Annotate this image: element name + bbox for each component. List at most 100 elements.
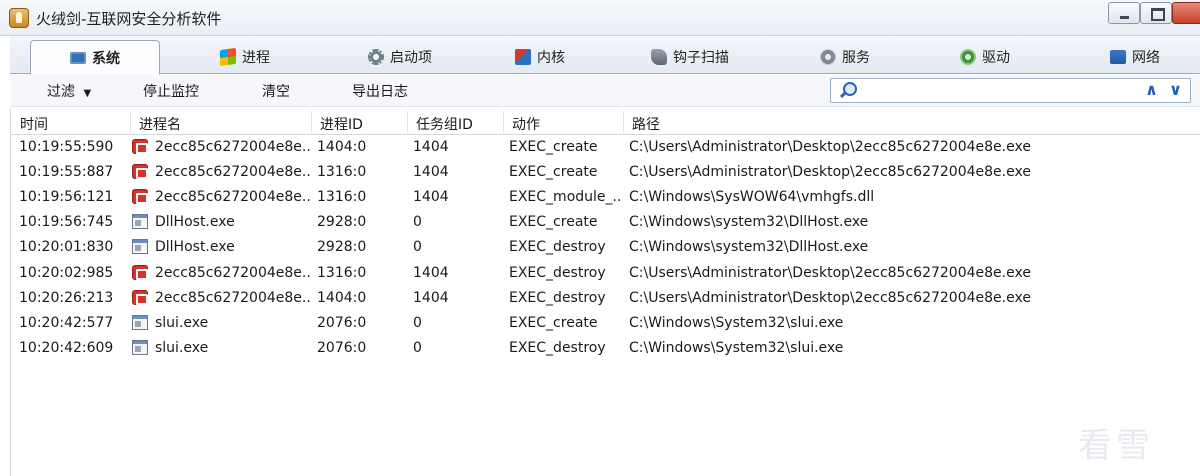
event-table: 时间 进程名 进程ID 任务组ID 动作 路径 10:19:55:590 2ecc… — [10, 109, 1200, 476]
driver-icon — [960, 49, 976, 65]
table-row[interactable]: 10:20:02:985 2ecc85c6272004e8e.... 1316:0 1… — [11, 261, 1200, 286]
minimize-button[interactable] — [1108, 2, 1140, 24]
cell-path: C:\Users\Administrator\Desktop\2ecc85c62… — [629, 164, 1031, 181]
column-header-group-id[interactable]: 任务组ID — [416, 114, 473, 134]
export-log-button[interactable]: 导出日志 — [352, 81, 408, 101]
cell-pid: 1316:0 — [317, 189, 367, 206]
column-divider[interactable] — [623, 111, 624, 133]
gear-icon — [368, 49, 384, 65]
cell-path: C:\Windows\System32\slui.exe — [629, 314, 844, 331]
table-row[interactable]: 10:19:56:121 2ecc85c6272004e8e.... 1316:0 1… — [11, 185, 1200, 210]
column-divider[interactable] — [503, 111, 504, 133]
tab-startup[interactable]: 启动项 — [340, 40, 460, 74]
cell-process-name: slui.exe — [155, 339, 209, 356]
cell-group-id: 1404 — [413, 264, 449, 281]
cell-pid: 2076:0 — [317, 339, 367, 356]
cell-action: EXEC_destroy — [509, 289, 606, 306]
cell-group-id: 1404 — [413, 289, 449, 306]
app-logo-icon — [9, 8, 29, 28]
tab-hook-scan[interactable]: 钩子扫描 — [630, 40, 750, 74]
cell-action: EXEC_destroy — [509, 264, 606, 281]
cell-group-id: 0 — [413, 314, 422, 331]
window-exe-icon — [132, 239, 148, 255]
toolbar: 过滤 ▼ 停止监控 清空 导出日志 ∧ ∨ — [10, 75, 1200, 107]
maximize-button[interactable] — [1140, 2, 1172, 24]
cell-action: EXEC_create — [509, 164, 598, 181]
window-exe-icon — [132, 214, 148, 230]
stop-monitor-button[interactable]: 停止监控 — [143, 81, 199, 101]
title-bar: 火绒剑-互联网安全分析软件 — [0, 0, 1200, 36]
cell-time: 10:20:01:830 — [19, 239, 114, 256]
column-divider[interactable] — [130, 111, 131, 133]
table-row[interactable]: 10:20:26:213 2ecc85c6272004e8e.... 1404:0 1… — [11, 286, 1200, 311]
red-exe-icon — [132, 289, 148, 305]
cell-time: 10:20:42:609 — [19, 339, 114, 356]
clear-button[interactable]: 清空 — [262, 81, 290, 101]
cell-time: 10:20:02:985 — [19, 264, 114, 281]
cell-action: EXEC_destroy — [509, 339, 606, 356]
close-button[interactable] — [1172, 2, 1200, 24]
column-divider[interactable] — [407, 111, 408, 133]
cell-action: EXEC_create — [509, 139, 598, 155]
column-header-time[interactable]: 时间 — [20, 114, 48, 134]
table-row[interactable]: 10:20:42:577 slui.exe 2076:0 0 EXEC_create C:… — [11, 311, 1200, 336]
cell-process-name: DllHost.exe — [155, 239, 235, 256]
filter-label: 过滤 — [47, 84, 75, 100]
table-row[interactable]: 10:19:55:590 2ecc85c6272004e8e.... 1404:0 1… — [11, 135, 1200, 160]
cell-pid: 2928:0 — [317, 214, 367, 231]
kernel-icon — [515, 49, 531, 65]
tab-network[interactable]: 网络 — [1080, 40, 1190, 74]
cell-pid: 2076:0 — [317, 314, 367, 331]
search-icon — [839, 82, 857, 98]
cell-group-id: 0 — [413, 214, 422, 231]
red-exe-icon — [132, 189, 148, 205]
tab-label: 驱动 — [982, 50, 1010, 66]
tab-process[interactable]: 进程 — [190, 40, 300, 74]
cell-path: C:\Windows\System32\slui.exe — [629, 339, 844, 356]
tab-label: 系统 — [92, 50, 120, 67]
tab-drivers[interactable]: 驱动 — [930, 40, 1040, 74]
column-header-action[interactable]: 动作 — [512, 114, 540, 134]
cell-pid: 1404:0 — [317, 139, 367, 155]
window-exe-icon — [132, 314, 148, 330]
tab-label: 启动项 — [390, 50, 432, 66]
service-icon — [820, 49, 836, 65]
red-exe-icon — [132, 139, 148, 154]
column-header-pid[interactable]: 进程ID — [320, 114, 363, 134]
cell-time: 10:19:56:121 — [19, 189, 114, 206]
cell-group-id: 1404 — [413, 189, 449, 206]
watermark: 看雪 — [1078, 426, 1154, 466]
cell-action: EXEC_create — [509, 314, 598, 331]
cell-action: EXEC_module_... — [509, 189, 621, 206]
table-header: 时间 进程名 进程ID 任务组ID 动作 路径 — [11, 109, 1200, 135]
table-row[interactable]: 10:19:55:887 2ecc85c6272004e8e.... 1316:0 1… — [11, 160, 1200, 185]
column-divider[interactable] — [311, 111, 312, 133]
tab-kernel[interactable]: 内核 — [490, 40, 590, 74]
cell-action: EXEC_create — [509, 214, 598, 231]
table-row[interactable]: 10:20:42:609 slui.exe 2076:0 0 EXEC_destroy C… — [11, 336, 1200, 361]
red-exe-icon — [132, 264, 148, 280]
search-next-button[interactable]: ∨ — [1169, 80, 1182, 99]
cell-path: C:\Users\Administrator\Desktop\2ecc85c62… — [629, 264, 1031, 281]
column-header-path[interactable]: 路径 — [632, 114, 660, 134]
cell-process-name: 2ecc85c6272004e8e.... — [155, 189, 311, 206]
cell-group-id: 0 — [413, 239, 422, 256]
table-row[interactable]: 10:20:01:830 DllHost.exe 2928:0 0 EXEC_destr… — [11, 235, 1200, 260]
search-box: ∧ ∨ — [830, 78, 1191, 103]
search-input[interactable] — [861, 81, 1131, 100]
column-header-process[interactable]: 进程名 — [139, 114, 181, 134]
cell-process-name: 2ecc85c6272004e8e.... — [155, 289, 311, 306]
hook-icon — [651, 49, 667, 65]
tab-system[interactable]: 系统 — [30, 40, 160, 75]
windows-icon — [220, 47, 236, 67]
cell-path: C:\Windows\SysWOW64\vmhgfs.dll — [629, 189, 875, 206]
search-prev-button[interactable]: ∧ — [1145, 80, 1158, 99]
cell-group-id: 1404 — [413, 164, 449, 181]
cell-path: C:\Users\Administrator\Desktop\2ecc85c62… — [629, 289, 1031, 306]
network-icon — [1110, 50, 1126, 64]
tab-services[interactable]: 服务 — [790, 40, 900, 74]
filter-dropdown[interactable]: 过滤 ▼ — [47, 81, 91, 101]
tab-label: 钩子扫描 — [673, 50, 729, 66]
cell-pid: 1316:0 — [317, 264, 367, 281]
table-row[interactable]: 10:19:56:745 DllHost.exe 2928:0 0 EXEC_creat… — [11, 210, 1200, 235]
